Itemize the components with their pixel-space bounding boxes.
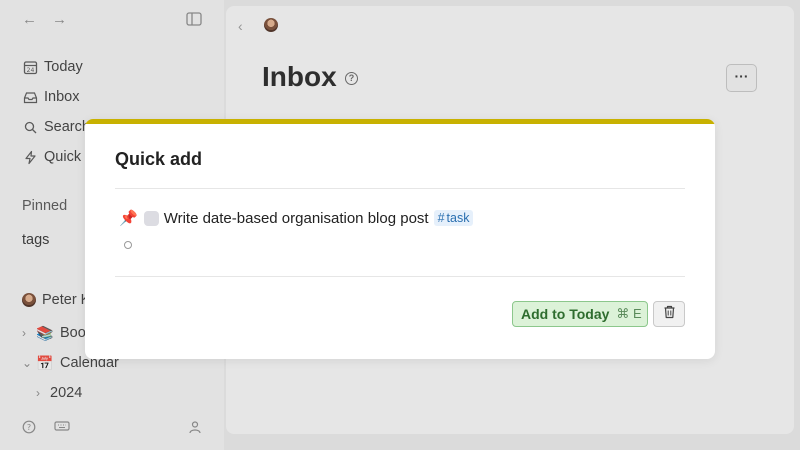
add-to-today-button[interactable]: Add to Today ⌘ E [512,301,648,327]
quick-add-dialog: Quick add 📌 Write date-based organisatio… [85,119,715,359]
pin-icon[interactable]: 📌 [119,209,138,227]
task-text[interactable]: Write date-based organisation blog post [164,210,429,227]
delete-button[interactable] [653,301,685,327]
new-item-bullet-icon[interactable] [124,241,132,249]
task-tag[interactable]: # task [433,210,474,226]
add-to-today-label: Add to Today [521,306,610,322]
trash-icon [663,305,676,324]
divider [115,188,685,189]
tag-label: task [446,211,470,225]
dialog-title: Quick add [115,149,203,169]
accent-bar [85,119,715,124]
task-checkbox[interactable] [143,210,159,226]
tag-hash: # [437,211,445,225]
keyboard-shortcut: ⌘ E [616,306,642,321]
task-row[interactable]: 📌 Write date-based organisation blog pos… [119,207,474,229]
divider [115,276,685,277]
